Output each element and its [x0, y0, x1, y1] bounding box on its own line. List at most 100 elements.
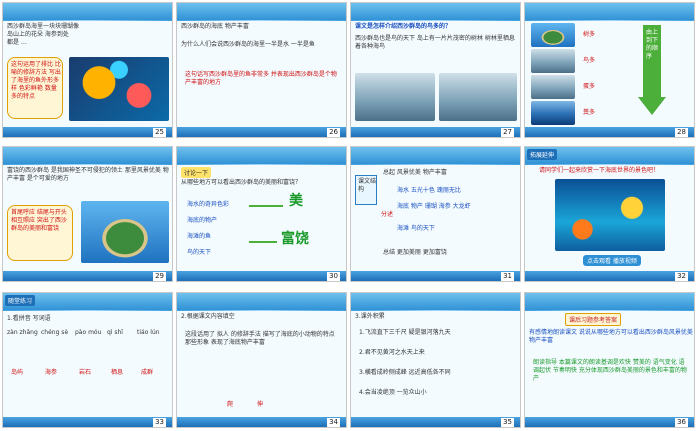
slide-text: 岛山上的花朵 海参到处: [7, 31, 69, 38]
slide-sorter-grid: 西沙群岛海里一块块珊瑚像 岛山上的花朵 海参到处 都是 … 这句运用了排比 比喻…: [0, 0, 700, 431]
slide-footer: [3, 127, 172, 137]
answer-1: 爬: [227, 401, 234, 408]
slide-footer: [177, 127, 346, 137]
slide-thumb-31[interactable]: 课文结构 分述 总起 风景优美 物产丰富 海水 五光十色 瑰丽无比 海底 物产 …: [350, 146, 521, 282]
slide-text: 都是 …: [7, 39, 27, 46]
answer-5: 成群: [141, 369, 154, 376]
slide-thumb-35[interactable]: 3.课外积累 1.飞流直下三千尺 疑是银河落九天 2.君不见黄河之水天上来 3.…: [350, 292, 521, 428]
slide-body: 树多 鸟多 蛋多 粪多 由上到下的顺序: [525, 21, 694, 129]
poem-line: 1.飞流直下三千尺 疑是银河落九天: [359, 329, 451, 336]
slide-body: 拓展延伸 请同学们一起来欣赏一下海底世界的景色吧！ 点击观看 播放视频: [525, 149, 694, 273]
note-text: 这句话写西沙群岛里的鱼非常多 并表现出西沙群岛是个物产丰富的地方: [185, 71, 337, 86]
slide-footer: [177, 271, 346, 281]
slide-thumb-26[interactable]: 西沙群岛的海底 物产丰富 为什么人们会说西沙群岛的海里一半是水 一半是鱼 这句话…: [176, 2, 347, 138]
note-callout: 首尾呼应 结尾与开头相互照应 突出了西沙群岛的美丽和富饶: [7, 205, 73, 261]
label-rich: 富饶: [281, 231, 309, 247]
slide-header: [351, 293, 520, 314]
slide-body: 2.根据课文内容填空 这段话用了 拟人 的修辞手法 描写了海底的小动物的特点 那…: [177, 311, 346, 419]
slide-number: 29: [153, 272, 166, 281]
note-callout: 这句运用了排比 比喻的修辞方法 写出了海里的鱼外形多样 色彩鲜艳 数量多的特点: [7, 57, 63, 119]
note-text: 首尾呼应 结尾与开头相互照应 突出了西沙群岛的美丽和富饶: [11, 209, 67, 232]
slide-header: [351, 3, 520, 24]
tropical-fish-image: [69, 57, 169, 121]
slide-text: 西沙群岛也是鸟的天下 岛上有一片片茂密的树林 树林里栖息着各种海鸟: [355, 35, 515, 50]
slide-body: 3.课外积累 1.飞流直下三千尺 疑是银河落九天 2.君不见黄河之水天上来 3.…: [351, 311, 520, 419]
slide-thumb-27[interactable]: 课文是怎样介绍西沙群岛的鸟多的？ 西沙群岛也是鸟的天下 岛上有一片片茂密的树林 …: [350, 2, 521, 138]
seabird-flock-image: [439, 73, 517, 121]
label-trees: 树多: [583, 31, 596, 38]
question-text: 1.看拼音 写词语: [7, 315, 51, 322]
slide-footer: [525, 271, 694, 281]
slide-number: 33: [153, 418, 166, 427]
slide-number: 36: [675, 418, 688, 427]
slide-header: [177, 293, 346, 314]
connector-line: [249, 205, 283, 207]
slide-thumb-32[interactable]: 拓展延伸 请同学们一起来欣赏一下海底世界的景色吧！ 点击观看 播放视频 32: [524, 146, 695, 282]
order-arrow-shaft: 由上到下的顺序: [643, 25, 661, 97]
slide-thumb-34[interactable]: 2.根据课文内容填空 这段话用了 拟人 的修辞手法 描写了海底的小动物的特点 那…: [176, 292, 347, 428]
eggs-image: [531, 75, 575, 99]
bird-image: [531, 49, 575, 73]
slide-body: 随堂练习 1.看拼音 写词语 zàn zhǎng chéng sè pào mó…: [3, 295, 172, 419]
slide-number: 30: [327, 272, 340, 281]
slide-text: 这段话用了 拟人 的修辞手法 描写了海底的小动物的特点 那些形象 表现了海底物产…: [185, 331, 335, 346]
item-birds: 鸟的天下: [187, 249, 212, 256]
slide-thumb-36[interactable]: 课后习题参考答案 有感情地朗读课文 说说从哪些地方可以看出西沙群岛风景优美 物产…: [524, 292, 695, 428]
pinyin-4: qì shī: [107, 329, 123, 336]
pinyin-1: zàn zhǎng: [7, 329, 38, 336]
play-video-button[interactable]: 点击观看 播放视频: [583, 255, 641, 266]
question-text: 2.根据课文内容填空: [181, 313, 235, 320]
slide-footer: [351, 127, 520, 137]
slide-header: [3, 147, 172, 168]
structure-row: 海水 五光十色 瑰丽无比: [397, 187, 461, 194]
slide-number: 31: [501, 272, 514, 281]
tree-image: [531, 23, 575, 47]
label-guano: 粪多: [583, 109, 596, 116]
slide-footer: [3, 271, 172, 281]
slide-footer: [177, 417, 346, 427]
question-text: 有感情地朗读课文 说说从哪些地方可以看出西沙群岛风景优美 物产丰富: [529, 329, 693, 344]
slide-body: 富饶的西沙群岛 是我国神圣不可侵犯的领土 那里风景优美 物产丰富 是个可爱的地方…: [3, 165, 172, 273]
poem-line: 3.横看成岭侧成峰 远近高低各不同: [359, 369, 451, 376]
slide-footer: [351, 271, 520, 281]
slide-header: [525, 3, 694, 24]
pinyin-2: chéng sè: [41, 329, 69, 336]
slide-thumb-33[interactable]: 随堂练习 1.看拼音 写词语 zàn zhǎng chéng sè pào mó…: [2, 292, 173, 428]
slide-number: 34: [327, 418, 340, 427]
slide-thumb-28[interactable]: 树多 鸟多 蛋多 粪多 由上到下的顺序 28: [524, 2, 695, 138]
slide-footer: [3, 417, 172, 427]
slide-footer: [525, 417, 694, 427]
slide-header: [525, 293, 694, 314]
slide-body: 西沙群岛的海底 物产丰富 为什么人们会说西沙群岛的海里一半是水 一半是鱼 这句话…: [177, 21, 346, 129]
structure-row: 总结 更加美丽 更加富饶: [383, 249, 447, 256]
slide-header: [177, 3, 346, 24]
slide-title: 课文是怎样介绍西沙群岛的鸟多的？: [355, 23, 452, 30]
structure-row: 总起 风景优美 物产丰富: [383, 169, 447, 176]
question-text: 从哪些地方可以看出西沙群岛的美丽和富饶？: [181, 179, 302, 186]
slide-body: 课后习题参考答案 有感情地朗读课文 说说从哪些地方可以看出西沙群岛风景优美 物产…: [525, 311, 694, 419]
slide-thumb-25[interactable]: 西沙群岛海里一块块珊瑚像 岛山上的花朵 海参到处 都是 … 这句运用了排比 比喻…: [2, 2, 173, 138]
slide-number: 32: [675, 272, 688, 281]
order-arrow-label: 由上到下的顺序: [646, 29, 659, 60]
structure-tag-box: 课文结构: [355, 175, 377, 205]
answer-3: 岩石: [79, 369, 92, 376]
slide-body: 西沙群岛海里一块块珊瑚像 岛山上的花朵 海参到处 都是 … 这句运用了排比 比喻…: [3, 21, 172, 129]
slide-header: [351, 147, 520, 168]
item-products: 海底的物产: [187, 217, 218, 224]
slide-title: 课后习题参考答案: [565, 313, 622, 326]
pinyin-3: pào móu: [75, 329, 102, 336]
slide-number: 25: [153, 128, 166, 137]
side-label: 分述: [381, 211, 394, 218]
slide-thumb-30[interactable]: 讨论一下 从哪些地方可以看出西沙群岛的美丽和富饶？ 海水的奇异色彩 海底的物产 …: [176, 146, 347, 282]
slide-title: 拓展延伸: [527, 149, 558, 160]
slide-footer: [351, 417, 520, 427]
slide-thumb-29[interactable]: 富饶的西沙群岛 是我国神圣不可侵犯的领土 那里风景优美 物产丰富 是个可爱的地方…: [2, 146, 173, 282]
slide-number: 27: [501, 128, 514, 137]
connector-line: [249, 241, 277, 243]
structure-tag: 课文结构: [358, 178, 377, 193]
slide-header: [177, 147, 346, 168]
slide-body: 课文是怎样介绍西沙群岛的鸟多的？ 西沙群岛也是鸟的天下 岛上有一片片茂密的树林 …: [351, 21, 520, 129]
slide-footer: [525, 127, 694, 137]
question-text: 3.课外积累: [355, 313, 385, 320]
slide-number: 28: [675, 128, 688, 137]
